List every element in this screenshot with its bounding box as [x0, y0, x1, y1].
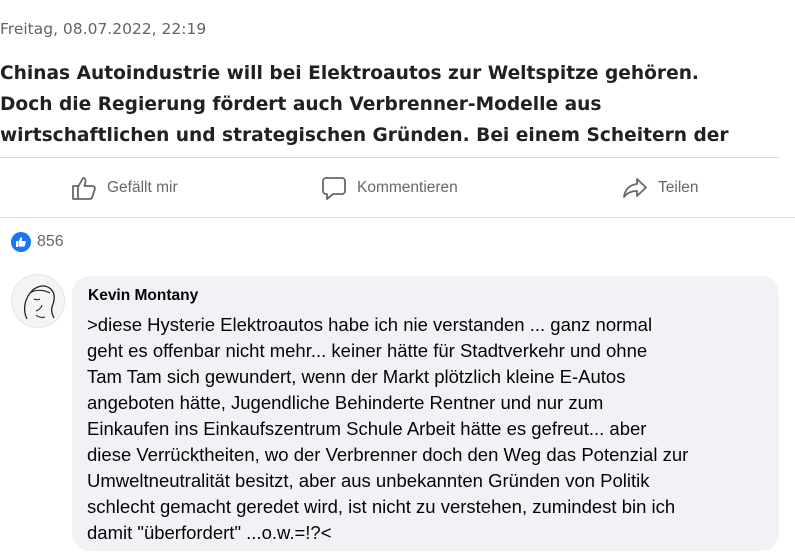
comment-bubble: Kevin Montany >diese Hysterie Elektroaut…	[72, 276, 779, 551]
share-icon	[623, 178, 647, 198]
comment-line: Umweltneutralität besitzt, aber aus unbe…	[87, 470, 650, 491]
post-date: Freitag, 08.07.2022, 22:19	[0, 20, 207, 38]
comment-author[interactable]: Kevin Montany	[88, 287, 198, 305]
like-reaction-icon	[11, 232, 31, 252]
comment-text: >diese Hysterie Elektroautos habe ich ni…	[87, 312, 777, 546]
comment-line: Tam Tam sich gewundert, wenn der Markt p…	[87, 366, 626, 387]
reaction-count: 856	[37, 233, 64, 250]
share-label: Teilen	[658, 179, 699, 196]
comment-label: Kommentieren	[357, 179, 458, 196]
reaction-summary[interactable]: 856	[11, 232, 64, 252]
post-text: Chinas Autoindustrie will bei Elektroaut…	[0, 58, 790, 151]
post-text-line: Doch die Regierung fördert auch Verbrenn…	[0, 94, 602, 115]
divider	[0, 217, 795, 218]
thumbs-up-icon	[72, 177, 96, 200]
comment-line: >diese Hysterie Elektroautos habe ich ni…	[87, 314, 653, 335]
comment-icon	[322, 177, 346, 200]
comment-line: Einkaufen ins Einkaufszentrum Schule Arb…	[87, 418, 647, 439]
comment-line: diese Verrücktheiten, wo der Verbrenner …	[87, 444, 689, 465]
like-button[interactable]: Gefällt mir	[71, 172, 178, 204]
comment-line: damit "überfordert" ...o.w.=!?<	[87, 522, 332, 543]
avatar[interactable]	[11, 274, 65, 328]
post-text-line: Chinas Autoindustrie will bei Elektroaut…	[0, 63, 699, 84]
comment-button[interactable]: Kommentieren	[321, 172, 458, 204]
post-text-line: wirtschaftlichen und strategischen Gründ…	[0, 125, 729, 146]
share-button[interactable]: Teilen	[622, 172, 699, 204]
comment-line: schlecht gemacht geredet wird, ist nicht…	[87, 496, 676, 517]
comment-line: angeboten hätte, Jugendliche Behinderte …	[87, 392, 604, 413]
like-label: Gefällt mir	[107, 179, 178, 196]
comment-line: geht es offenbar nicht mehr... keiner hä…	[87, 340, 648, 361]
divider	[0, 157, 780, 158]
